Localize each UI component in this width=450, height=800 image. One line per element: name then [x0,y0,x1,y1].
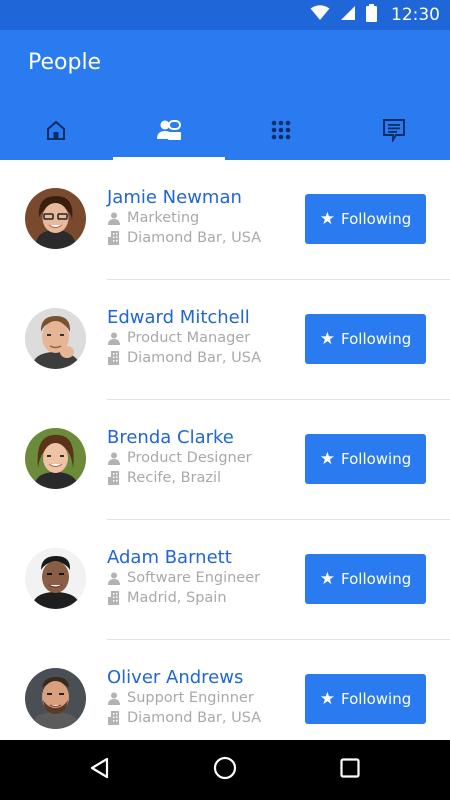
person-name[interactable]: Jamie Newman [107,187,242,208]
list-item[interactable]: Edward Mitchell Product Manager Diamond … [0,280,450,400]
list-item[interactable]: Oliver Andrews Support Enginner Diamond … [0,640,450,740]
person-location: Diamond Bar, USA [107,710,261,726]
person-role: Marketing [107,210,199,226]
list-item[interactable]: Adam Barnett Software Engineer Madrid, S… [0,520,450,640]
star-icon: ★ [319,449,335,469]
list-item[interactable]: Jamie Newman Marketing Diamond Bar, USA … [0,160,450,280]
list-item[interactable]: Brenda Clarke Product Designer Recife, B… [0,400,450,520]
following-button[interactable]: ★ Following [305,194,426,244]
person-icon [107,451,121,465]
person-location: Recife, Brazil [107,470,221,486]
tab-people[interactable] [112,105,226,160]
tab-bar [0,105,450,160]
person-role: Product Manager [107,330,250,346]
building-icon [107,471,121,485]
star-icon: ★ [319,689,335,709]
people-list: Jamie Newman Marketing Diamond Bar, USA … [0,160,450,740]
person-location: Diamond Bar, USA [107,350,261,366]
person-icon [107,211,121,225]
avatar[interactable] [25,668,86,729]
person-role: Support Enginner [107,690,254,706]
person-name[interactable]: Brenda Clarke [107,427,234,448]
person-icon [107,691,121,705]
page-title: People [28,50,102,75]
status-time: 12:30 [391,5,440,25]
person-icon [107,571,121,585]
navigation-bar [0,740,450,800]
status-icons: 12:30 [310,0,440,30]
recents-icon [340,757,360,783]
person-name[interactable]: Oliver Andrews [107,667,243,688]
person-role: Software Engineer [107,570,260,586]
star-icon: ★ [319,329,335,349]
home-button[interactable] [210,755,240,785]
home-icon [45,119,67,146]
tab-apps[interactable] [225,105,338,160]
following-button[interactable]: ★ Following [305,554,426,604]
recents-button[interactable] [335,755,365,785]
message-icon [382,118,406,147]
person-role: Product Designer [107,450,252,466]
people-icon [156,119,182,146]
status-bar: 12:30 [0,0,450,30]
avatar[interactable] [25,548,86,609]
building-icon [107,711,121,725]
person-name[interactable]: Edward Mitchell [107,307,250,328]
building-icon [107,351,121,365]
star-icon: ★ [319,209,335,229]
building-icon [107,231,121,245]
battery-icon [366,3,377,27]
signal-icon [340,5,356,26]
avatar[interactable] [25,308,86,369]
app-bar: People [0,30,450,160]
avatar[interactable] [25,428,86,489]
star-icon: ★ [319,569,335,589]
avatar[interactable] [25,188,86,249]
following-button[interactable]: ★ Following [305,674,426,724]
wifi-icon [310,4,330,26]
person-name[interactable]: Adam Barnett [107,547,232,568]
following-button[interactable]: ★ Following [305,314,426,364]
following-button[interactable]: ★ Following [305,434,426,484]
tab-home[interactable] [0,105,113,160]
person-location: Madrid, Spain [107,590,227,606]
back-icon [89,757,111,784]
grid-icon [270,119,292,146]
back-button[interactable] [85,755,115,785]
building-icon [107,591,121,605]
tab-messages[interactable] [338,105,450,160]
person-icon [107,331,121,345]
person-location: Diamond Bar, USA [107,230,261,246]
home-icon [213,756,237,785]
